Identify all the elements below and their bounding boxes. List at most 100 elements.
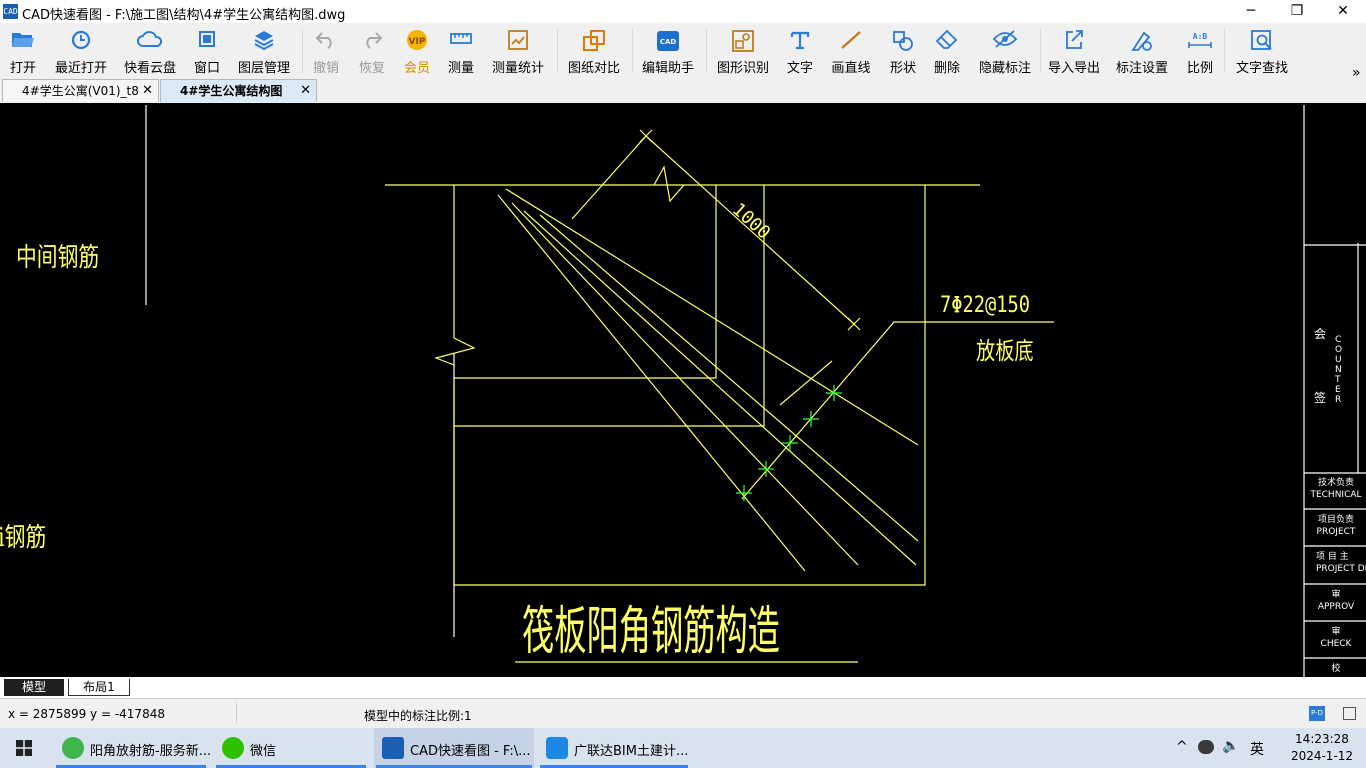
toolbar-separator — [632, 29, 633, 73]
close-button[interactable]: ✕ — [1320, 0, 1366, 23]
taskbar: 阳角放射筋-服务新... 微信 CAD快速看图 - F:\... 广联达BIM土… — [0, 728, 1366, 768]
shape-recognition-icon — [712, 23, 774, 57]
draw-line-button[interactable]: 画直线 — [826, 23, 876, 79]
eye-hidden-icon — [976, 23, 1034, 57]
import-export-icon — [1046, 23, 1102, 57]
shape-icon — [884, 23, 922, 57]
edit-assistant-icon: CAD — [638, 23, 698, 57]
title-block-row: 项 目 主 PROJECT DI — [1316, 552, 1366, 574]
title-block-row: 校 — [1331, 664, 1341, 674]
countersign-label-2: 签 — [1314, 391, 1327, 405]
recent-button[interactable]: 最近打开 — [50, 23, 112, 79]
toolbar-separator — [557, 29, 558, 73]
drawing-canvas[interactable]: 中间钢筋 i钢筋 1000 7Φ22@150 放板底 筏板阳角钢筋构造 会 签 … — [0, 103, 1366, 677]
radial-bar-2 — [511, 202, 859, 566]
text-search-icon — [1232, 23, 1292, 57]
minimize-button[interactable]: ─ — [1228, 0, 1274, 23]
taskbar-item-wechat[interactable]: 微信 — [214, 728, 368, 768]
title-block-row: 技术负责 TECHNICAL — [1310, 478, 1362, 500]
title-block-row: 审 APPROV — [1317, 590, 1355, 612]
inner-corner-lower — [454, 185, 765, 427]
redo-button[interactable]: 恢复 — [352, 23, 392, 79]
undo-icon — [306, 23, 346, 57]
radial-bar-3 — [523, 210, 917, 566]
window-icon — [188, 23, 226, 57]
vip-icon: VIP — [398, 23, 436, 57]
svg-text:VIP: VIP — [409, 37, 426, 47]
scale-button[interactable]: A:B 比例 — [1182, 23, 1218, 79]
folder-open-icon — [0, 23, 46, 57]
tab-close-icon[interactable]: ✕ — [300, 80, 311, 102]
document-tab-bar: 4#学生公寓(V01)_t8 ✕ 4#学生公寓结构图 ✕ — [0, 79, 1366, 104]
cloud-button[interactable]: 快看云盘 — [120, 23, 180, 79]
radial-bar-5 — [505, 188, 919, 446]
history-icon — [50, 23, 112, 57]
glodon-icon — [546, 737, 568, 759]
taskbar-item-browser[interactable]: 阳角放射筋-服务新... — [54, 728, 211, 768]
counter-label: C O U N T E R — [1335, 335, 1343, 405]
undo-button[interactable]: 撤销 — [306, 23, 346, 79]
tab-document-v01[interactable]: 4#学生公寓(V01)_t8 ✕ — [2, 79, 159, 102]
toolbar-separator — [1040, 29, 1041, 73]
measure-button[interactable]: 测量 — [442, 23, 480, 79]
label-rebar-spec: 7Φ22@150 — [940, 293, 1031, 318]
status-separator — [236, 703, 237, 723]
wechat-icon — [222, 737, 244, 759]
toolbar-separator — [706, 29, 707, 73]
tray-chevron-icon[interactable]: ^ — [1176, 739, 1188, 755]
tab-layout1[interactable]: 布局1 — [68, 679, 130, 696]
tab-close-icon[interactable]: ✕ — [142, 80, 153, 102]
taskbar-item-cad[interactable]: CAD快速看图 - F:\... — [374, 728, 534, 768]
drawing-title: 筏板阳角钢筋构造 — [522, 602, 780, 662]
layer-manager-button[interactable]: 图层管理 — [234, 23, 294, 79]
countersign-label-1: 会 — [1314, 327, 1327, 341]
svg-text:A:B: A:B — [1193, 32, 1208, 41]
shape-button[interactable]: 形状 — [884, 23, 922, 79]
text-button[interactable]: 文字 — [782, 23, 818, 79]
coordinate-readout: x = 2875899 y = -417848 — [8, 707, 165, 721]
shape-recognition-button[interactable]: 图形识别 — [712, 23, 774, 79]
line-icon — [826, 23, 876, 57]
measure-stats-button[interactable]: 测量统计 — [488, 23, 548, 79]
delete-button[interactable]: 删除 — [928, 23, 966, 79]
pd-badge-icon[interactable]: P-D — [1309, 706, 1325, 721]
system-clock[interactable]: 14:23:28 2024-1-12 — [1284, 731, 1360, 765]
measure-stats-icon — [488, 23, 548, 57]
wechat-tray-icon[interactable] — [1198, 740, 1214, 754]
window-button[interactable]: 窗口 — [188, 23, 226, 79]
annotation-scale-text: 模型中的标注比例:1 — [364, 709, 472, 723]
compare-button[interactable]: 图纸对比 — [564, 23, 624, 79]
browser-icon — [62, 737, 84, 759]
taskbar-item-glodon[interactable]: 广联达BIM土建计... — [538, 728, 690, 768]
layout-tab-bar: 模型 布局1 — [0, 677, 1366, 699]
compare-icon — [564, 23, 624, 57]
restore-button[interactable]: ❐ — [1274, 0, 1320, 23]
svg-text:CAD: CAD — [660, 38, 677, 46]
label-middle-rebar: 中间钢筋 — [16, 243, 100, 273]
leader-tail — [779, 360, 833, 406]
scale-icon: A:B — [1182, 23, 1218, 57]
open-button[interactable]: 打开 — [0, 23, 46, 79]
hide-annotation-button[interactable]: 隐藏标注 — [976, 23, 1034, 79]
text-search-button[interactable]: 文字查找 — [1232, 23, 1292, 79]
annotation-settings-button[interactable]: 标注设置 — [1114, 23, 1170, 79]
status-bar: x = 2875899 y = -417848 模型中的标注比例:1 P-D — [0, 699, 1366, 728]
title-block-row: 审 CHECK — [1320, 627, 1352, 649]
text-icon — [782, 23, 818, 57]
label-middle-rebar-partial: i钢筋 — [0, 523, 47, 553]
tab-document-structure[interactable]: 4#学生公寓结构图 ✕ — [160, 79, 317, 102]
edit-assistant-button[interactable]: CAD 编辑助手 — [638, 23, 698, 79]
ime-indicator[interactable]: 英 — [1250, 739, 1264, 759]
speaker-icon[interactable]: 🔈 — [1222, 738, 1239, 754]
panel-toggle-icon[interactable] — [1343, 707, 1356, 720]
dimension-break — [653, 165, 685, 203]
label-placement: 放板底 — [976, 337, 1034, 365]
main-toolbar: 打开 最近打开 快看云盘 窗口 图层管理 撤销 恢复 VIP 会员 测量 测量统… — [0, 23, 1366, 81]
toolbar-separator — [302, 29, 303, 73]
cloud-icon — [120, 23, 180, 57]
windows-start-icon[interactable] — [16, 740, 32, 756]
tab-model[interactable]: 模型 — [4, 679, 64, 696]
vip-button[interactable]: VIP 会员 — [398, 23, 436, 79]
import-export-button[interactable]: 导入导出 — [1046, 23, 1102, 79]
title-bar: CAD CAD快速看图 - F:\施工图\结构\4#学生公寓结构图.dwg ─ … — [0, 0, 1366, 23]
